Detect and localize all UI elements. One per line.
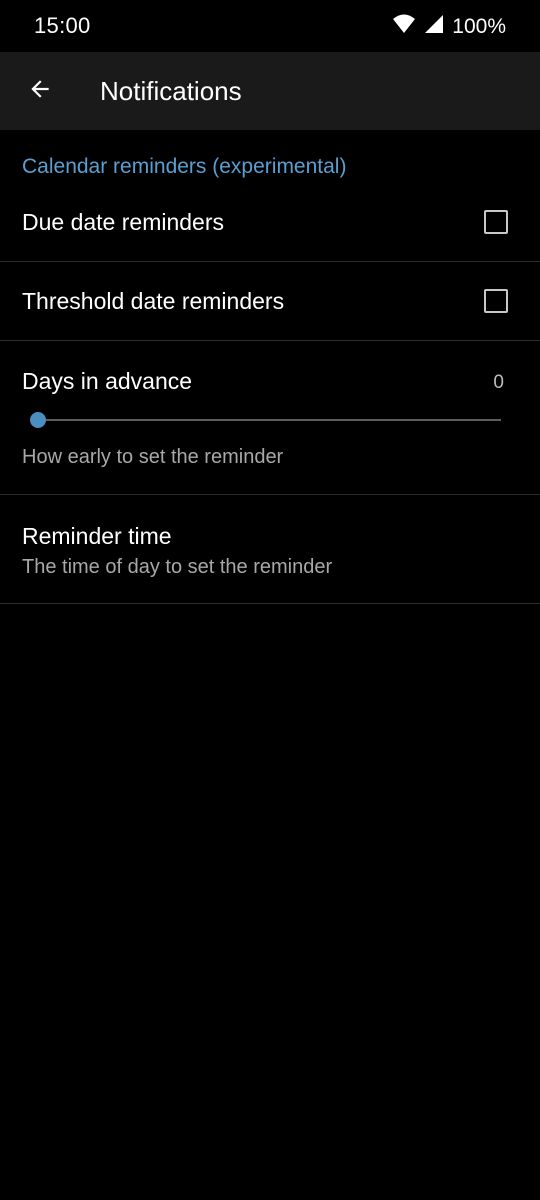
days-in-advance-value: 0 — [493, 372, 504, 393]
status-bar: 15:00 100% — [0, 0, 540, 52]
threshold-date-reminders-pref[interactable]: Threshold date reminders — [0, 262, 540, 341]
days-in-advance-pref: Days in advance 0 How early to set the r… — [0, 341, 540, 494]
reminder-time-summary: The time of day to set the reminder — [22, 556, 333, 578]
wifi-icon — [392, 13, 416, 40]
section-header: Calendar reminders (experimental) — [22, 155, 347, 178]
status-time: 15:00 — [34, 13, 91, 38]
days-in-advance-title: Days in advance — [22, 368, 193, 394]
threshold-date-reminders-title: Threshold date reminders — [22, 288, 285, 314]
slider-thumb[interactable] — [30, 412, 46, 428]
due-date-reminders-checkbox[interactable] — [484, 210, 508, 234]
reminder-time-title: Reminder time — [22, 523, 172, 549]
days-in-advance-slider[interactable] — [30, 412, 501, 428]
arrow-left-icon — [27, 76, 53, 107]
divider — [0, 603, 540, 604]
back-button[interactable] — [16, 67, 64, 115]
days-in-advance-summary: How early to set the reminder — [22, 446, 284, 468]
due-date-reminders-title: Due date reminders — [22, 209, 224, 235]
app-bar: Notifications — [0, 52, 540, 130]
battery-level: 100% — [452, 14, 506, 38]
due-date-reminders-pref[interactable]: Due date reminders — [0, 188, 540, 262]
threshold-date-reminders-checkbox[interactable] — [484, 289, 508, 313]
page-title: Notifications — [100, 76, 242, 106]
cell-signal-icon — [424, 14, 444, 39]
reminder-time-pref[interactable]: Reminder time The time of day to set the… — [0, 495, 540, 604]
status-icons: 100% — [392, 13, 506, 40]
